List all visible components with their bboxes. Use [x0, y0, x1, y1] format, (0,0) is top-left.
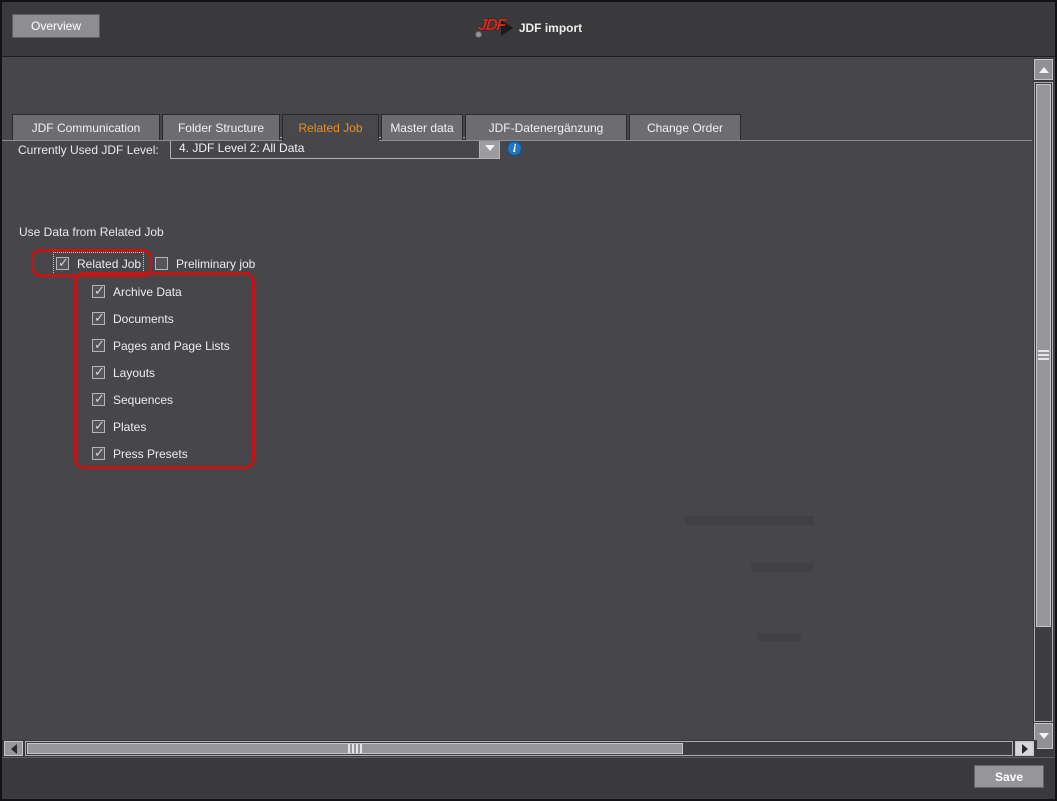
checkbox-label: Documents — [113, 312, 174, 326]
checkbox-related-job[interactable]: Related Job — [56, 255, 141, 272]
arrow-right-icon — [1022, 744, 1028, 754]
scroll-right-button[interactable] — [1015, 741, 1034, 756]
page-title: JDF import — [519, 21, 582, 35]
checkbox-pages-and-page-lists[interactable]: Pages and Page Lists — [92, 337, 230, 354]
chevron-down-icon — [485, 145, 495, 151]
jdf-level-selected-value: 4. JDF Level 2: All Data — [179, 141, 304, 155]
checkbox-sequences[interactable]: Sequences — [92, 391, 173, 408]
checkbox-checked-icon — [92, 420, 105, 433]
section-label-use-data: Use Data from Related Job — [19, 225, 164, 239]
checkbox-label: Preliminary job — [176, 257, 255, 271]
tab-bar: JDF Communication Folder Structure Relat… — [2, 114, 1032, 141]
checkbox-label: Sequences — [113, 393, 173, 407]
vertical-scroll-track[interactable] — [1034, 82, 1053, 722]
checkbox-label: Archive Data — [113, 285, 182, 299]
footer-bar: Save — [2, 757, 1055, 799]
vertical-scrollbar — [1033, 58, 1054, 757]
checkbox-checked-icon — [92, 285, 105, 298]
jdf-logo-icon: JDF — [475, 17, 511, 39]
ghost-artifact — [757, 633, 801, 641]
tab-change-order[interactable]: Change Order — [629, 114, 741, 140]
scroll-up-button[interactable] — [1034, 59, 1053, 80]
checkbox-label: Layouts — [113, 366, 155, 380]
checkbox-label: Plates — [113, 420, 146, 434]
tab-jdf-communication[interactable]: JDF Communication — [12, 114, 160, 140]
logo-text: JDF — [477, 17, 506, 35]
checkbox-checked-icon — [92, 393, 105, 406]
ghost-artifact — [751, 563, 813, 572]
jdf-import-window: Overview JDF JDF import Currently Used J… — [0, 0, 1057, 801]
horizontal-scroll-track[interactable] — [25, 741, 1013, 756]
arrow-down-icon — [1039, 733, 1049, 739]
scroll-grip-icon — [1038, 350, 1049, 361]
info-icon[interactable]: i — [507, 141, 522, 156]
ghost-artifact — [685, 516, 814, 525]
header-bar: Overview JDF JDF import — [2, 2, 1055, 57]
tab-master-data[interactable]: Master data — [381, 114, 463, 140]
checkbox-archive-data[interactable]: Archive Data — [92, 283, 182, 300]
save-button[interactable]: Save — [974, 765, 1044, 788]
scroll-grip-icon — [348, 744, 363, 753]
checkbox-press-presets[interactable]: Press Presets — [92, 445, 188, 462]
tab-jdf-datenergaenzung[interactable]: JDF-Datenergänzung — [465, 114, 627, 140]
checkbox-plates[interactable]: Plates — [92, 418, 146, 435]
scroll-left-button[interactable] — [4, 741, 23, 756]
tab-folder-structure[interactable]: Folder Structure — [162, 114, 280, 140]
tab-related-job[interactable]: Related Job — [282, 114, 379, 141]
checkbox-checked-icon — [92, 339, 105, 352]
checkbox-checked-icon — [56, 257, 69, 270]
checkbox-unchecked-icon — [155, 257, 168, 270]
checkbox-checked-icon — [92, 312, 105, 325]
app-title-group: JDF JDF import — [2, 16, 1055, 40]
horizontal-scrollbar — [2, 740, 1037, 757]
horizontal-scroll-thumb[interactable] — [27, 743, 683, 754]
main-content: Currently Used JDF Level: 4. JDF Level 2… — [2, 58, 1032, 740]
checkbox-label: Related Job — [77, 257, 141, 271]
vertical-scroll-thumb[interactable] — [1036, 84, 1051, 627]
checkbox-label: Press Presets — [113, 447, 188, 461]
dropdown-arrow-button[interactable] — [479, 138, 499, 158]
checkbox-preliminary-job[interactable]: Preliminary job — [155, 255, 255, 272]
arrow-left-icon — [11, 744, 17, 754]
checkbox-documents[interactable]: Documents — [92, 310, 174, 327]
checkbox-label: Pages and Page Lists — [113, 339, 230, 353]
checkbox-checked-icon — [92, 366, 105, 379]
checkbox-layouts[interactable]: Layouts — [92, 364, 155, 381]
arrow-up-icon — [1039, 67, 1049, 73]
jdf-level-label: Currently Used JDF Level: — [18, 143, 159, 157]
checkbox-checked-icon — [92, 447, 105, 460]
